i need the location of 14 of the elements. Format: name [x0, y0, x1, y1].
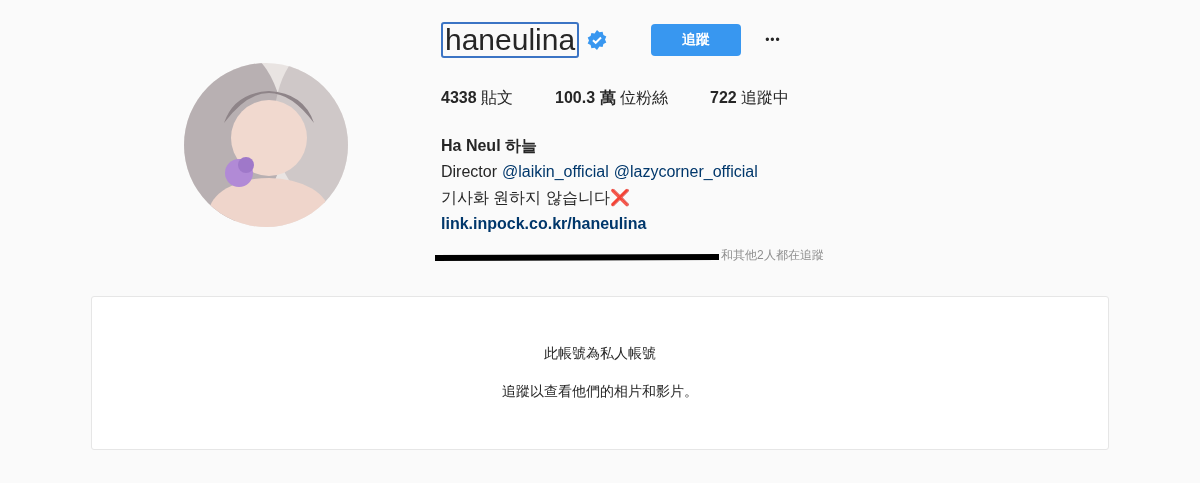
profile-stat[interactable]: 722 追蹤中	[710, 88, 790, 109]
mention-link[interactable]: @laikin_official	[502, 159, 609, 185]
bio-text: 기사화 원하지 않습니다❌	[441, 188, 631, 209]
full-name: Ha Neul 하늘	[441, 136, 538, 156]
profile-stat[interactable]: 4338 貼文	[441, 88, 514, 109]
followed-by-text: 和其他2人都在追蹤	[721, 247, 824, 264]
profile-stat[interactable]: 100.3 萬 位粉絲	[555, 88, 668, 109]
bio-text: Director	[441, 162, 497, 182]
more-options-button[interactable]: •••	[761, 33, 785, 47]
username: haneulina	[441, 22, 580, 58]
private-message: 追蹤以查看他們的相片和影片。	[502, 383, 698, 401]
mention-link[interactable]: @lazycorner_official	[613, 159, 758, 185]
website-link[interactable]: link.inpock.co.kr/haneulina	[441, 211, 824, 237]
private-title: 此帳號為私人帳號	[544, 345, 656, 363]
